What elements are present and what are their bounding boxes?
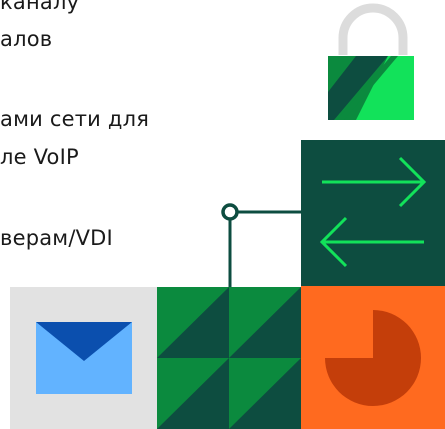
illustration [10, 3, 445, 429]
arrows-icon [301, 140, 445, 286]
connector-node-icon [221, 203, 301, 287]
triangle-pattern-tile [157, 287, 301, 429]
lock-icon [328, 3, 414, 120]
pie-chart-icon [301, 286, 445, 429]
envelope-icon [10, 287, 157, 429]
